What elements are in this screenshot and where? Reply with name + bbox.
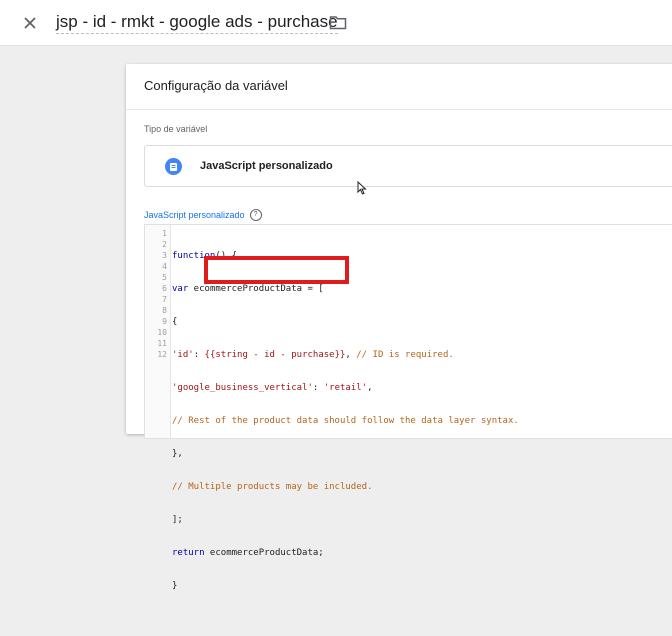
line-number: 3 — [162, 251, 167, 260]
variable-type-label: Tipo de variável — [144, 124, 208, 134]
code-line: 'google_business_vertical': 'retail', — [172, 383, 373, 393]
top-bar: jsp - id - rmkt - google ads - purchase — [0, 0, 672, 46]
variable-config-card: Configuração da variável Tipo de variáve… — [126, 64, 672, 591]
line-number: 1 — [162, 229, 167, 238]
help-icon[interactable]: ? — [249, 209, 262, 221]
line-number-gutter: 1 2 3 4 5 6 7 8 9 10 11 12 — [145, 225, 171, 438]
line-number: 4 — [162, 262, 167, 271]
code-label-text: JavaScript personalizado — [144, 210, 245, 220]
line-number: 11 — [157, 339, 167, 348]
line-number: 9 — [162, 317, 167, 326]
code-line: } — [172, 581, 178, 591]
code-content: function() { var ecommerceProductData = … — [172, 229, 519, 636]
variable-type-selector[interactable]: JavaScript personalizado — [144, 145, 672, 187]
divider — [126, 109, 672, 110]
code-line: { — [172, 317, 178, 327]
folder-icon — [329, 15, 347, 29]
code-line: return ecommerceProductData; — [172, 548, 324, 558]
variable-type-name: JavaScript personalizado — [200, 160, 333, 172]
highlight-box — [204, 256, 349, 284]
folder-button[interactable] — [327, 12, 349, 32]
card-title: Configuração da variável — [144, 78, 288, 93]
line-number: 8 — [162, 306, 167, 315]
code-line: }, — [172, 449, 183, 459]
code-line: var ecommerceProductData = [ — [172, 284, 324, 294]
line-number: 5 — [162, 273, 167, 282]
line-number: 10 — [157, 328, 167, 337]
line-number: 12 — [157, 350, 167, 359]
code-line: 'id': {{string - id - purchase}}, // ID … — [172, 350, 454, 360]
code-line: // Multiple products may be included. — [172, 482, 373, 492]
line-number: 6 — [162, 284, 167, 293]
line-number: 7 — [162, 295, 167, 304]
close-icon — [24, 17, 36, 29]
line-number: 2 — [162, 240, 167, 249]
variable-name-field[interactable]: jsp - id - rmkt - google ads - purchase — [56, 12, 338, 34]
code-line: ]; — [172, 515, 183, 525]
mouse-pointer-icon — [357, 181, 367, 195]
close-button[interactable] — [18, 11, 42, 35]
javascript-variable-icon — [165, 158, 182, 175]
code-line: // Rest of the product data should follo… — [172, 416, 519, 426]
code-section-label: JavaScript personalizado ? — [144, 209, 262, 221]
